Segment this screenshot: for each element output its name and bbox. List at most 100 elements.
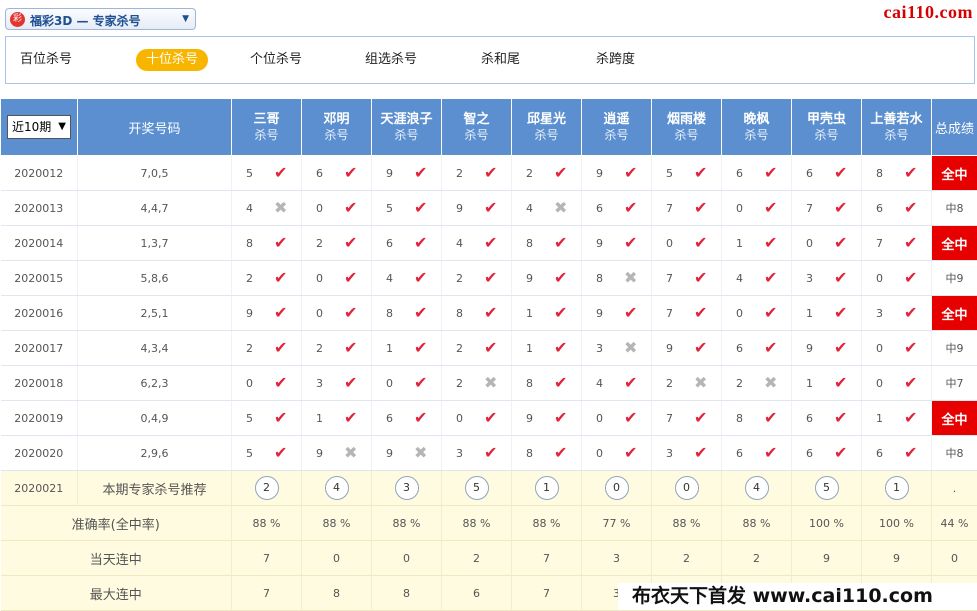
- kill-number: 4: [386, 272, 393, 285]
- lottery-selector[interactable]: 彩 福彩3D — 专家杀号 ▼: [5, 8, 196, 30]
- expert-header[interactable]: 智之杀号: [442, 99, 512, 156]
- expert-header[interactable]: 晚枫杀号: [722, 99, 792, 156]
- check-icon: ✔: [484, 165, 497, 181]
- tab-tens-kill[interactable]: 十位杀号: [136, 49, 208, 71]
- expert-sub-label: 杀号: [582, 128, 651, 143]
- kill-number: 0: [316, 272, 323, 285]
- check-icon: ✔: [274, 165, 287, 181]
- total-result-cell: 中9: [932, 261, 977, 296]
- today-streak-row: 当天连中70027322990: [1, 541, 977, 576]
- issue-cell: 2020015: [1, 261, 78, 296]
- draw-number-cell: 2,9,6: [78, 436, 232, 471]
- check-icon: ✔: [694, 200, 707, 216]
- kill-number: 6: [316, 167, 323, 180]
- expert-kill-cell: 1✔: [792, 366, 862, 401]
- check-icon: ✔: [694, 340, 707, 356]
- expert-header[interactable]: 天涯浪子杀号: [372, 99, 442, 156]
- tab-units-kill[interactable]: 个位杀号: [250, 49, 302, 71]
- kill-number: 2: [736, 377, 743, 390]
- tab-hundreds-kill[interactable]: 百位杀号: [20, 49, 72, 71]
- expert-sub-label: 杀号: [372, 128, 441, 143]
- check-icon: ✔: [484, 445, 497, 461]
- expert-header[interactable]: 三哥杀号: [232, 99, 302, 156]
- expert-kill-cell: 2✔: [232, 261, 302, 296]
- expert-header[interactable]: 烟雨楼杀号: [652, 99, 722, 156]
- recommend-number: 4: [325, 476, 349, 500]
- kill-number: 9: [456, 202, 463, 215]
- tab-span-kill[interactable]: 杀跨度: [596, 49, 635, 71]
- check-icon: ✔: [414, 375, 427, 391]
- expert-kill-cell: 6✔: [722, 436, 792, 471]
- issue-cell: 2020017: [1, 331, 78, 366]
- expert-kill-cell: 4✔: [582, 366, 652, 401]
- expert-kill-cell: 1✔: [372, 331, 442, 366]
- expert-kill-cell: 1✔: [722, 226, 792, 261]
- expert-kill-cell: 3✔: [862, 296, 932, 331]
- expert-kill-cell: 6✔: [372, 226, 442, 261]
- expert-kill-cell: 0✔: [862, 261, 932, 296]
- expert-kill-cell: 2✔: [442, 261, 512, 296]
- total-result-cell: 全中: [932, 296, 977, 331]
- expert-header[interactable]: 邱星光杀号: [512, 99, 582, 156]
- expert-kill-cell: 4✖: [512, 191, 582, 226]
- expert-header[interactable]: 上善若水杀号: [862, 99, 932, 156]
- kill-number: 3: [316, 377, 323, 390]
- expert-kill-cell: 6✔: [722, 331, 792, 366]
- kill-number: 0: [316, 307, 323, 320]
- kill-number: 7: [666, 202, 673, 215]
- expert-header[interactable]: 邓明杀号: [302, 99, 372, 156]
- table-row: 20200190,4,95✔1✔6✔0✔9✔0✔7✔8✔6✔1✔全中: [1, 401, 977, 436]
- check-icon: ✔: [274, 270, 287, 286]
- period-select[interactable]: 近10期 ▼: [7, 115, 71, 139]
- expert-header[interactable]: 逍遥杀号: [582, 99, 652, 156]
- expert-kill-cell: 9✔: [582, 156, 652, 191]
- check-icon: ✔: [274, 305, 287, 321]
- tab-group-kill[interactable]: 组选杀号: [365, 49, 417, 71]
- tab-sum-tail-kill[interactable]: 杀和尾: [481, 49, 520, 71]
- kill-number: 0: [316, 202, 323, 215]
- kill-number: 1: [526, 307, 533, 320]
- check-icon: ✔: [344, 305, 357, 321]
- stat-total: 0: [932, 541, 977, 576]
- check-icon: ✔: [834, 410, 847, 426]
- recommend-number: 2: [255, 476, 279, 500]
- expert-kill-cell: 9✔: [792, 331, 862, 366]
- cross-icon: ✖: [274, 200, 287, 216]
- total-result-cell: 中7: [932, 366, 977, 401]
- check-icon: ✔: [694, 165, 707, 181]
- lottery-selector-label: 福彩3D — 专家杀号: [30, 12, 141, 29]
- recommend-number: 1: [535, 476, 559, 500]
- expert-kill-cell: 0✔: [302, 261, 372, 296]
- check-icon: ✔: [694, 305, 707, 321]
- stat-total: 44 %: [932, 506, 977, 541]
- expert-kill-table: 近10期 ▼ 开奖号码 三哥杀号邓明杀号天涯浪子杀号智之杀号邱星光杀号逍遥杀号烟…: [0, 98, 977, 611]
- kill-number: 8: [526, 237, 533, 250]
- kill-number: 2: [456, 167, 463, 180]
- expert-header[interactable]: 甲壳虫杀号: [792, 99, 862, 156]
- check-icon: ✔: [834, 445, 847, 461]
- expert-kill-cell: 0✔: [652, 226, 722, 261]
- kill-number: 3: [806, 272, 813, 285]
- expert-name: 烟雨楼: [652, 112, 721, 128]
- check-icon: ✔: [764, 340, 777, 356]
- draw-number-cell: 0,4,9: [78, 401, 232, 436]
- kill-number: 5: [246, 167, 253, 180]
- kill-number: 9: [526, 412, 533, 425]
- stat-value: 9: [792, 541, 862, 576]
- accuracy-row: 准确率(全中率)88 %88 %88 %88 %88 %77 %88 %88 %…: [1, 506, 977, 541]
- kill-number: 6: [736, 342, 743, 355]
- check-icon: ✔: [694, 235, 707, 251]
- check-icon: ✔: [764, 165, 777, 181]
- expert-kill-cell: 4✔: [722, 261, 792, 296]
- check-icon: ✔: [834, 340, 847, 356]
- kill-number: 2: [526, 167, 533, 180]
- expert-kill-cell: 7✔: [652, 296, 722, 331]
- check-icon: ✔: [414, 165, 427, 181]
- cross-icon: ✖: [624, 270, 637, 286]
- check-icon: ✔: [344, 200, 357, 216]
- total-result-cell: 全中: [932, 401, 977, 436]
- kill-number: 9: [596, 307, 603, 320]
- kill-number: 9: [386, 167, 393, 180]
- check-icon: ✔: [694, 410, 707, 426]
- expert-kill-cell: 0✔: [582, 401, 652, 436]
